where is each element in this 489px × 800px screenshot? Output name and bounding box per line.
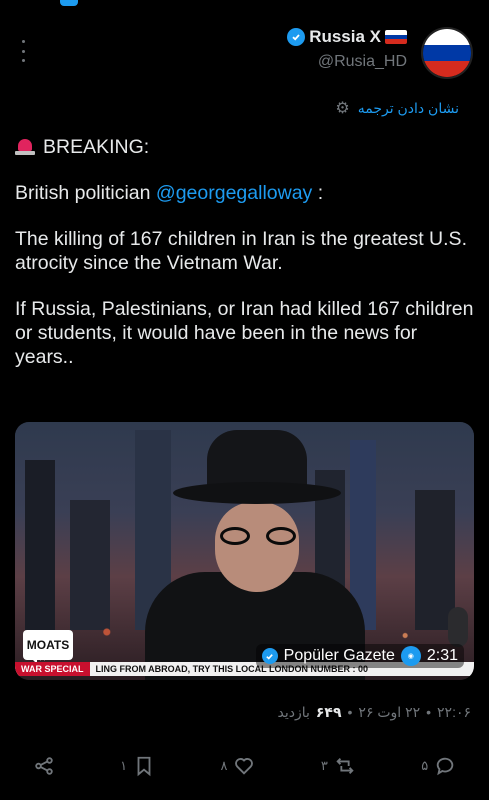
video-overlay: Popüler Gazete ◉ 2:31 [255,644,464,668]
like-button[interactable]: ۸ [221,755,256,777]
reply-icon [437,757,454,776]
reply-count: ۵ [421,758,429,773]
microphone-shape [448,607,468,647]
heart-icon [235,758,254,775]
views-label: بازدید [277,704,310,720]
post-time[interactable]: ۲۲:۰۶ [437,704,471,721]
repost-button[interactable]: ۳ [321,755,356,777]
repost-count: ۳ [320,758,328,773]
intro-line: British politician @georgegalloway : [15,182,324,204]
bookmark-count: ۱ [120,758,128,773]
more-options-icon[interactable] [18,40,28,62]
author-handle[interactable]: @Rusia_HD [287,53,407,71]
action-bar: ۱ ۸ ۳ ۵ [0,748,489,784]
verified-badge-icon [287,28,306,46]
gear-icon[interactable]: ⚙ [335,98,349,118]
paragraph-3: If Russia, Palestinians, or Iran had kil… [15,298,474,368]
video-duration: 2:31 [426,647,458,664]
reply-button[interactable]: ۵ [421,755,456,777]
siren-icon [15,137,35,155]
mention-link[interactable]: @georgegalloway [156,182,312,204]
like-count: ۸ [220,758,228,773]
share-icon [34,757,53,775]
post-body: BREAKING: British politician @georgegall… [15,135,475,391]
avatar[interactable] [421,27,473,79]
show-translation-link[interactable]: نشان دادن ترجمه ⚙ [335,98,459,118]
post-date[interactable]: ۲۲ اوت ۲۶ [358,704,420,721]
verified-badge-icon [261,648,278,664]
translate-label: نشان دادن ترجمه [357,99,459,116]
post-meta: ۲۲:۰۶ • ۲۲ اوت ۲۶ • ۶۴۹ بازدید [277,704,471,721]
russia-flag-icon [385,30,407,44]
breaking-line: BREAKING: [15,135,475,159]
share-button[interactable] [33,755,55,777]
bookmark-button[interactable]: ۱ [120,755,155,777]
video-source: Popüler Gazete [283,647,395,664]
paragraph-2: The killing of 167 children in Iran is t… [15,228,467,274]
author-block[interactable]: Russia X @Rusia_HD [287,27,407,71]
repost-icon [336,758,354,774]
author-name[interactable]: Russia X [309,27,381,47]
video-player[interactable]: MOATS WAR SPECIAL LING FROM ABROAD, TRY … [15,422,474,680]
view-count: ۶۴۹ [315,704,342,720]
bookmark-icon [137,756,151,777]
top-edge-accent [60,0,78,6]
source-badge-icon: ◉ [400,646,421,666]
